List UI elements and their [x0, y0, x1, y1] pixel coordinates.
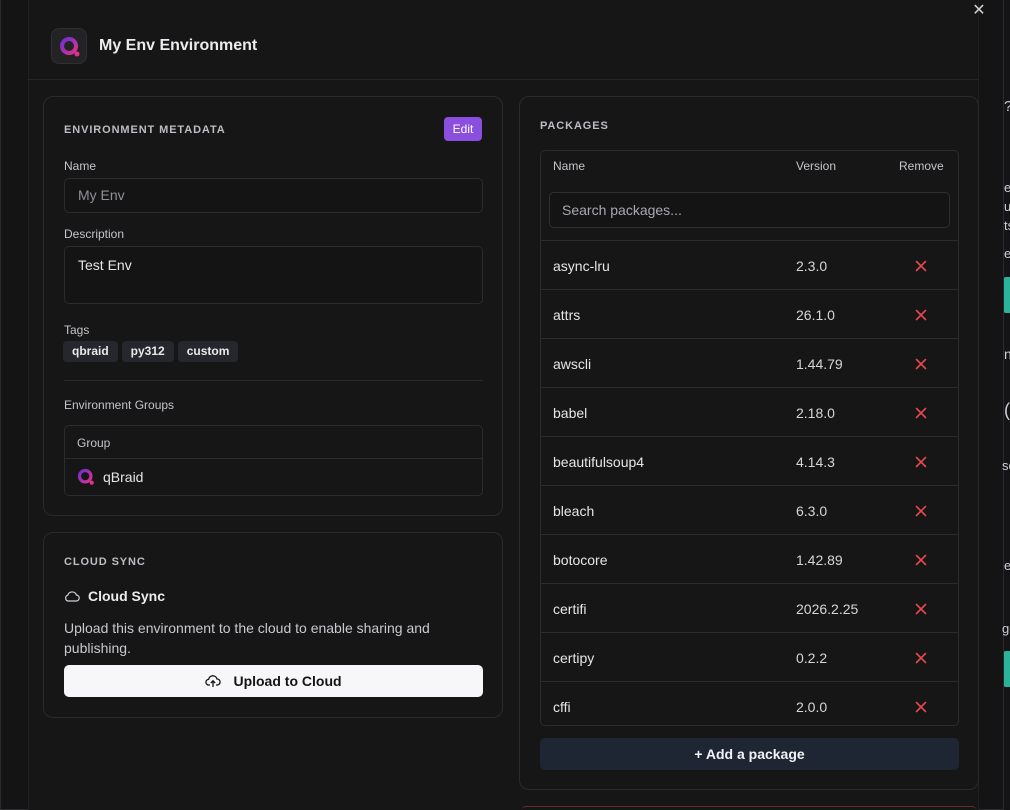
- table-row: attrs 26.1.0: [541, 289, 958, 338]
- tag-list: qbraid py312 custom: [63, 341, 242, 362]
- group-column-header: Group: [77, 436, 111, 450]
- table-row: botocore 1.42.89: [541, 534, 958, 583]
- background-text: n: [1004, 346, 1010, 362]
- package-name: async-lru: [553, 258, 610, 274]
- remove-icon[interactable]: [912, 257, 930, 275]
- cloud-icon: [65, 591, 80, 602]
- group-row[interactable]: qBraid: [77, 468, 143, 486]
- table-row: async-lru 2.3.0: [541, 240, 958, 289]
- cloud-sync-description: Upload this environment to the cloud to …: [64, 620, 430, 656]
- package-name: babel: [553, 405, 588, 421]
- table-row: beautifulsoup4 4.14.3: [541, 436, 958, 485]
- background-text: sc: [1002, 458, 1010, 473]
- package-version: 0.2.2: [796, 650, 828, 666]
- background-text: u: [1004, 199, 1010, 214]
- table-row: babel 2.18.0: [541, 387, 958, 436]
- environment-metadata-card: ENVIRONMENT METADATA Edit Name My Env De…: [43, 96, 503, 516]
- remove-icon[interactable]: [912, 306, 930, 324]
- package-name: certifi: [553, 601, 587, 617]
- remove-icon[interactable]: [912, 453, 930, 471]
- environment-groups-table: Group qBraid: [64, 425, 483, 496]
- background-accent-block: [1003, 651, 1010, 687]
- environment-logo: [51, 28, 87, 64]
- remove-icon[interactable]: [912, 698, 930, 716]
- environment-modal: ✕ My Env Environment ENVIRONMENT METADAT…: [0, 0, 1004, 810]
- remove-icon[interactable]: [912, 551, 930, 569]
- background-text: er: [1004, 180, 1010, 195]
- qbraid-logo-icon: [77, 468, 94, 485]
- package-version: 4.14.3: [796, 454, 835, 470]
- background-text: e: [1004, 558, 1010, 573]
- section-title: CLOUD SYNC: [64, 556, 146, 568]
- remove-icon[interactable]: [912, 355, 930, 373]
- search-packages-input[interactable]: Search packages...: [549, 192, 950, 228]
- table-row: bleach 6.3.0: [541, 485, 958, 534]
- description-field[interactable]: Test Env: [64, 246, 483, 304]
- package-version: 1.44.79: [796, 356, 843, 372]
- divider: [64, 380, 483, 381]
- background-text: ts: [1004, 218, 1010, 233]
- background-text: ?: [1004, 98, 1010, 115]
- modal-title: My Env Environment: [99, 37, 258, 54]
- section-title: PACKAGES: [540, 120, 609, 132]
- modal-header: My Env Environment: [28, 20, 979, 80]
- description-label: Description: [64, 227, 125, 241]
- qbraid-logo-icon: [60, 37, 80, 57]
- cloud-sync-title: Cloud Sync: [64, 588, 165, 604]
- tags-label: Tags: [64, 323, 90, 337]
- table-row: certipy 0.2.2: [541, 632, 958, 681]
- remove-icon[interactable]: [912, 404, 930, 422]
- package-name: certipy: [553, 650, 595, 666]
- name-field[interactable]: My Env: [64, 178, 483, 213]
- package-list: async-lru 2.3.0 attrs 26.1.0 awscli 1.44.79 ba…: [541, 240, 958, 725]
- name-label: Name: [64, 159, 97, 173]
- package-version: 6.3.0: [796, 503, 828, 519]
- background-text: ge: [1002, 621, 1010, 636]
- section-title: ENVIRONMENT METADATA: [64, 124, 226, 136]
- package-name: cffi: [553, 699, 571, 715]
- remove-icon[interactable]: [912, 600, 930, 618]
- package-name: botocore: [553, 552, 608, 568]
- column-header-name: Name: [553, 159, 586, 173]
- tag: py312: [121, 341, 174, 362]
- package-version: 2026.2.25: [796, 601, 859, 617]
- column-header-remove: Remove: [899, 159, 944, 173]
- column-header-version: Version: [796, 159, 837, 173]
- upload-to-cloud-button[interactable]: Upload to Cloud: [64, 665, 483, 697]
- tag: qbraid: [63, 341, 118, 362]
- packages-card: PACKAGES Name Version Remove Search pack…: [519, 96, 979, 790]
- remove-icon[interactable]: [912, 502, 930, 520]
- table-row: certifi 2026.2.25: [541, 583, 958, 632]
- close-icon[interactable]: ✕: [969, 1, 989, 21]
- cloud-upload-icon: [205, 675, 222, 687]
- edit-button[interactable]: Edit: [444, 117, 482, 141]
- table-row: awscli 1.44.79: [541, 338, 958, 387]
- cloud-sync-card: CLOUD SYNC Cloud Sync Upload this enviro…: [43, 532, 503, 718]
- add-package-button[interactable]: + Add a package: [540, 738, 959, 770]
- package-name: bleach: [553, 503, 595, 519]
- package-version: 26.1.0: [796, 307, 835, 323]
- card-edge: [522, 806, 976, 810]
- remove-icon[interactable]: [912, 649, 930, 667]
- background-text: e: [1004, 246, 1010, 261]
- package-version: 2.0.0: [796, 699, 828, 715]
- package-name: beautifulsoup4: [553, 454, 645, 470]
- background-accent-block: [1003, 277, 1010, 313]
- packages-table: Name Version Remove Search packages... a…: [540, 150, 959, 726]
- background-text: (: [1004, 400, 1010, 420]
- tag: custom: [177, 341, 239, 362]
- package-version: 1.42.89: [796, 552, 843, 568]
- package-name: awscli: [553, 356, 592, 372]
- package-version: 2.18.0: [796, 405, 835, 421]
- package-name: attrs: [553, 307, 581, 323]
- package-version: 2.3.0: [796, 258, 828, 274]
- table-row: cffi 2.0.0: [541, 681, 958, 725]
- environment-groups-label: Environment Groups: [64, 398, 175, 412]
- group-name: qBraid: [103, 469, 144, 485]
